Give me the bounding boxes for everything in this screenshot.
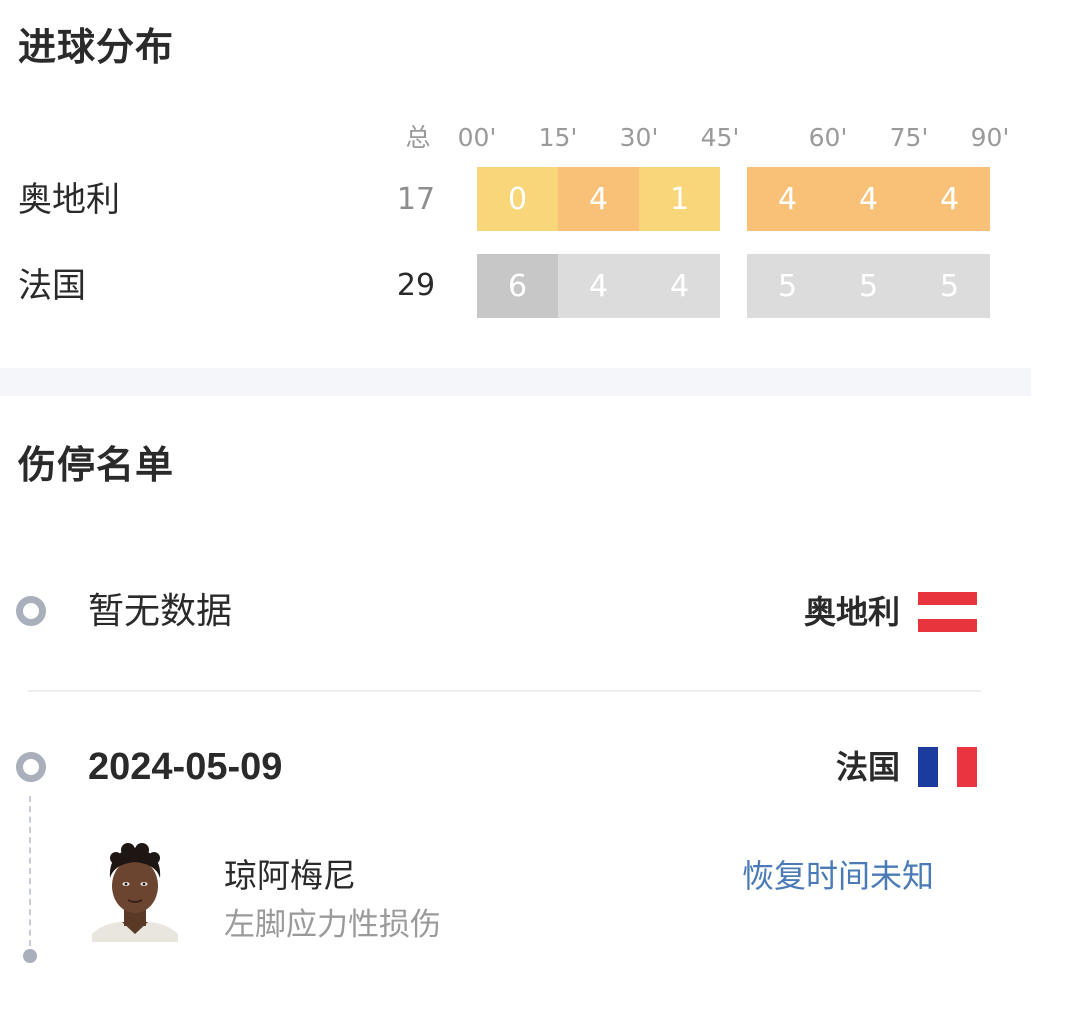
player-name[interactable]: 琼阿梅尼 bbox=[224, 856, 356, 896]
header-tick-90: 90' bbox=[970, 123, 1010, 152]
timeline-end-dot bbox=[23, 949, 37, 963]
goal-cell: 4 bbox=[558, 167, 639, 231]
france-first-half-bars: 6 4 4 bbox=[477, 254, 720, 318]
austria-first-half-bars: 0 4 1 bbox=[477, 167, 720, 231]
injury-team-austria: 奥地利 bbox=[803, 593, 900, 631]
recovery-status: 恢复时间未知 bbox=[742, 857, 935, 895]
injuries-section-title: 伤停名单 bbox=[18, 443, 175, 487]
injury-date: 2024-05-09 bbox=[88, 746, 283, 788]
header-tick-60: 60' bbox=[808, 123, 848, 152]
header-tick-00: 00' bbox=[457, 123, 497, 152]
austria-flag-icon bbox=[918, 592, 977, 632]
goal-cell: 6 bbox=[477, 254, 558, 318]
player-injury: 左脚应力性损伤 bbox=[224, 907, 441, 943]
list-divider bbox=[28, 690, 981, 692]
header-tick-30: 30' bbox=[619, 123, 659, 152]
section-divider bbox=[0, 368, 1031, 396]
injury-team-france: 法国 bbox=[835, 748, 900, 786]
no-data-text: 暂无数据 bbox=[88, 591, 233, 632]
austria-second-half-bars: 4 4 4 bbox=[747, 167, 990, 231]
team-row-total-austria: 17 bbox=[396, 182, 436, 217]
header-tick-45: 45' bbox=[700, 123, 740, 152]
goals-section-title: 进球分布 bbox=[18, 25, 175, 69]
team-row-name-austria: 奥地利 bbox=[18, 180, 120, 220]
goal-cell: 1 bbox=[639, 167, 720, 231]
france-second-half-bars: 5 5 5 bbox=[747, 254, 990, 318]
timeline-dot bbox=[16, 596, 46, 626]
goal-cell: 4 bbox=[828, 167, 909, 231]
goal-cell: 5 bbox=[747, 254, 828, 318]
timeline-connector bbox=[29, 796, 31, 946]
player-avatar[interactable] bbox=[92, 838, 178, 942]
goal-cell: 0 bbox=[477, 167, 558, 231]
goal-cell: 5 bbox=[828, 254, 909, 318]
team-row-name-france: 法国 bbox=[18, 266, 86, 306]
goal-cell: 4 bbox=[747, 167, 828, 231]
timeline-dot bbox=[16, 752, 46, 782]
header-tick-75: 75' bbox=[889, 123, 929, 152]
goal-cell: 4 bbox=[558, 254, 639, 318]
header-tick-15: 15' bbox=[538, 123, 578, 152]
goal-cell: 4 bbox=[909, 167, 990, 231]
team-row-total-france: 29 bbox=[396, 268, 436, 303]
goal-cell: 5 bbox=[909, 254, 990, 318]
france-flag-icon bbox=[918, 747, 978, 787]
goal-cell: 4 bbox=[639, 254, 720, 318]
